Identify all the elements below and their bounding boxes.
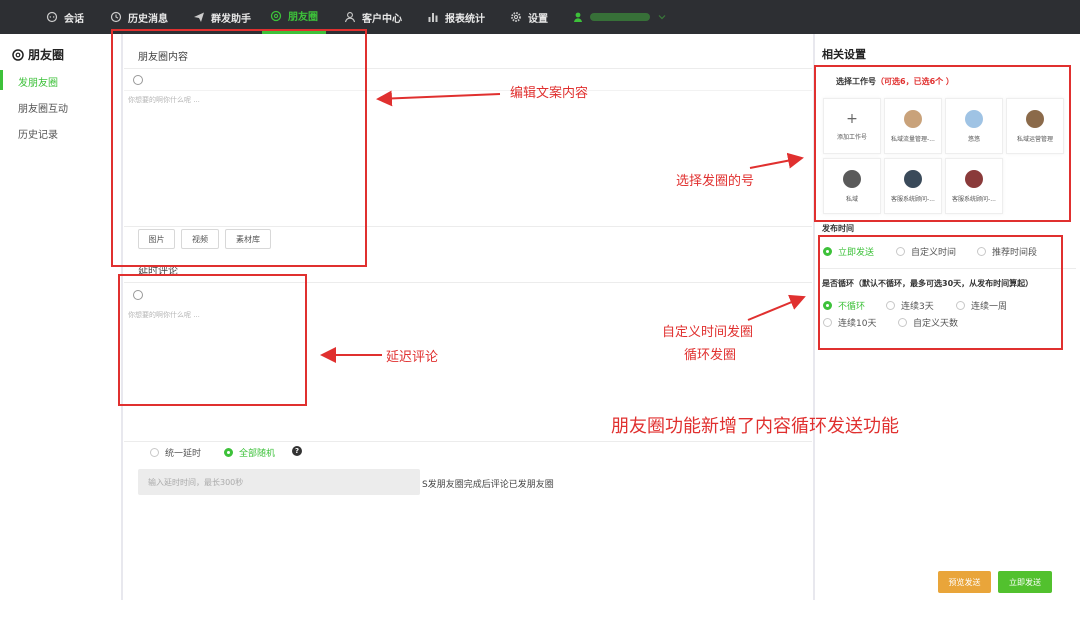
annotation-loop: 循环发圈 (684, 348, 737, 363)
arrow-edit (376, 90, 501, 107)
nav-item-chat[interactable]: 会话 (46, 0, 84, 34)
sidebar-item-history[interactable]: 历史记录 (18, 126, 58, 141)
settings-title: 相关设置 (822, 48, 866, 61)
chat-icon (46, 11, 58, 23)
chart-icon (428, 13, 438, 22)
annotation-custom-time: 自定义时间发圈 (662, 325, 754, 340)
publish-time-label: 发布时间 (822, 224, 854, 233)
sidebar-title: 朋友圈 (12, 46, 64, 63)
radio-uniform-delay[interactable]: 统一延时 (150, 446, 201, 459)
arrow-timing (747, 294, 806, 321)
delay-seconds-input[interactable]: 输入延时时间，最长300秒 (138, 469, 420, 495)
sidebar: 朋友圈 发朋友圈 朋友圈互动 历史记录 (0, 34, 108, 619)
clock-icon (110, 11, 122, 23)
send-now-button[interactable]: 立即发送 (998, 571, 1052, 593)
annotation-edit: 编辑文案内容 (510, 86, 589, 101)
nav-label: 客户中心 (362, 13, 402, 25)
annotation-headline: 朋友圈功能新增了内容循环发送功能 (611, 416, 899, 437)
chevron-down-icon (658, 15, 666, 20)
nav-label: 朋友圈 (288, 12, 318, 23)
nav-label: 群发助手 (211, 13, 251, 25)
user-name-blurred (590, 13, 650, 21)
nav-label: 报表统计 (445, 13, 485, 25)
comment-bottom-line (124, 441, 812, 442)
sidebar-item-post[interactable]: 发朋友圈 (18, 74, 58, 89)
delay-note: S发朋友圈完成后评论已发朋友圈 (422, 480, 554, 490)
user-icon (344, 12, 356, 23)
arrow-choose (749, 152, 804, 169)
nav-label: 会话 (64, 13, 84, 25)
gear-icon (511, 12, 521, 22)
nav-user-menu[interactable] (572, 0, 668, 34)
radio-random-delay[interactable]: 全部随机 (224, 446, 275, 459)
annotation-box-accounts (814, 65, 1071, 222)
help-icon[interactable]: ? (292, 446, 302, 456)
moments-icon (270, 10, 282, 21)
preview-send-button[interactable]: 预览发送 (938, 571, 991, 593)
annotation-box-comment (118, 274, 307, 406)
nav-label: 历史消息 (128, 13, 168, 25)
sidebar-item-interactions[interactable]: 朋友圈互动 (18, 100, 68, 115)
annotation-box-content (111, 29, 367, 267)
moments-icon (12, 48, 24, 61)
sidebar-active-indicator (0, 70, 3, 90)
annotation-delay: 延迟评论 (386, 350, 439, 365)
nav-item-reports[interactable]: 报表统计 (427, 0, 485, 34)
nav-label: 设置 (528, 13, 548, 25)
nav-item-settings[interactable]: 设置 (510, 0, 548, 34)
annotation-choose: 选择发圈的号 (676, 174, 755, 189)
send-icon (194, 12, 204, 22)
annotation-box-timing (818, 235, 1063, 350)
user-avatar-icon (574, 12, 582, 22)
